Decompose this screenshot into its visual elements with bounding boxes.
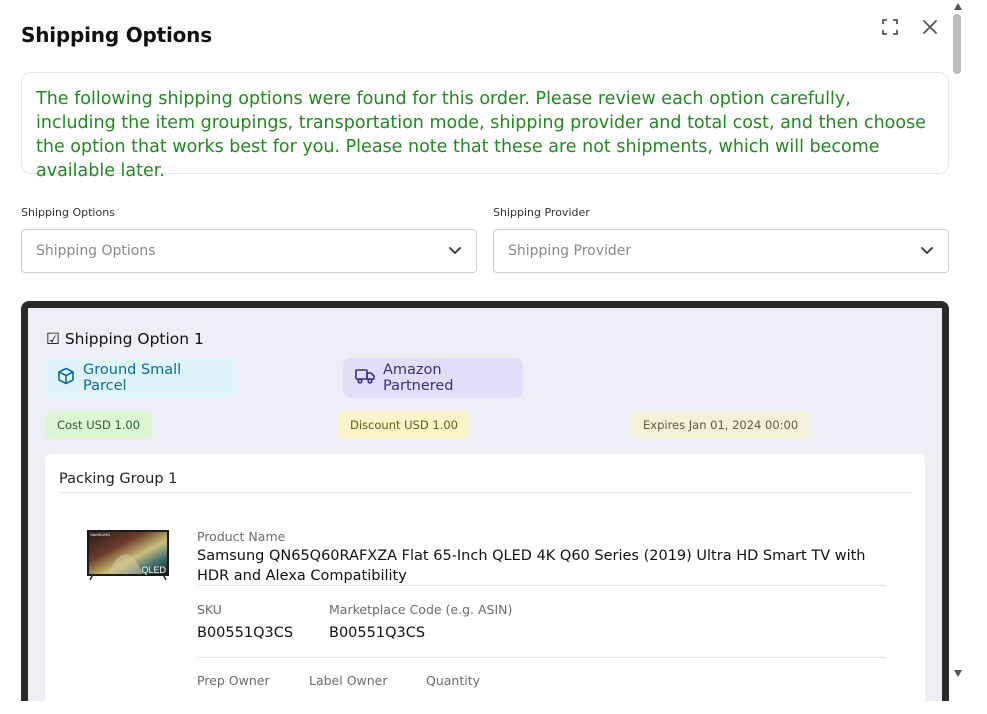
product-name: Samsung QN65Q60RAFXZA Flat 65-Inch QLED … [197,548,866,584]
product-image: SAMSUNG QLED [87,530,169,581]
scrollbar[interactable] [951,0,965,680]
shipping-option-card[interactable]: ☑ Shipping Option 1 Ground Small Parcel … [21,301,949,714]
shipping-provider-select[interactable]: Shipping Provider [493,229,949,273]
chevron-down-icon [920,243,934,259]
label-owner-label: Label Owner [309,673,388,688]
box-icon [57,367,75,389]
info-notice: The following shipping options were foun… [21,72,949,181]
shipping-provider-label: Shipping Provider [493,206,590,219]
expand-icon[interactable] [879,16,901,38]
shipping-options-modal: Shipping Options The following shipping … [0,0,987,714]
provider-chip: Amazon Partnered [343,358,523,398]
shipping-provider-placeholder: Shipping Provider [508,243,632,259]
product-name-label: Product Name [197,529,286,544]
modal-title: Shipping Options [21,23,212,47]
prep-owner-label: Prep Owner [197,673,270,688]
shipping-options-placeholder: Shipping Options [36,243,156,259]
product-image-label: QLED [141,565,166,575]
packing-group-title: Packing Group 1 [59,471,178,487]
truck-icon [355,368,375,388]
provider-text: Amazon Partnered [383,362,454,394]
transport-mode-text: Ground Small Parcel [83,362,182,394]
transport-mode-chip: Ground Small Parcel [45,358,237,398]
shipping-options-label: Shipping Options [21,206,115,219]
quantity-label: Quantity [426,673,481,688]
sku-value: B00551Q3CS [197,625,294,641]
divider [59,492,911,493]
divider [197,585,886,586]
marketplace-code-value: B00551Q3CS [329,625,426,641]
scroll-up-arrow[interactable] [954,3,962,10]
packing-group: Packing Group 1 SAMSUNG QLED Product Nam… [45,454,925,714]
sku-label: SKU [197,602,222,617]
shipping-options-select[interactable]: Shipping Options [21,229,477,273]
divider [197,657,886,658]
product-image-brand: SAMSUNG [90,532,111,537]
modal-actions [879,16,941,38]
discount-badge: Discount USD 1.00 [338,411,470,439]
scrollbar-thumb[interactable] [953,14,961,74]
scroll-down-arrow[interactable] [954,670,962,677]
shipping-option-heading[interactable]: ☑ Shipping Option 1 [46,330,204,348]
expires-badge: Expires Jan 01, 2024 00:00 [631,411,811,439]
close-icon[interactable] [919,16,941,38]
cost-badge: Cost USD 1.00 [45,411,153,439]
chevron-down-icon [448,243,462,259]
marketplace-code-label: Marketplace Code (e.g. ASIN) [329,602,513,617]
